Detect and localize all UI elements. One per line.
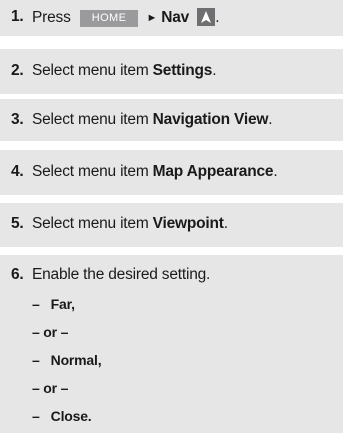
or-separator: – or – <box>32 380 69 396</box>
nav-arrow-icon <box>197 8 216 26</box>
option-dash: – <box>32 352 40 368</box>
option-dash: – <box>32 408 40 424</box>
step-prefix: Select menu item <box>32 215 153 232</box>
step-3: 3. Select menu item Navigation View. <box>0 99 343 141</box>
option-label: Far, <box>50 296 75 312</box>
step-number: 4. <box>11 163 24 180</box>
step-period: . <box>273 163 278 180</box>
step-period: . <box>212 62 217 79</box>
arrow-right-icon: ► <box>146 12 158 24</box>
step-text: Press HOME ► Nav . <box>32 8 220 27</box>
home-key: HOME <box>79 10 139 27</box>
step-prefix: Select menu item <box>32 163 153 180</box>
step-number: 3. <box>11 111 24 128</box>
step-text: Select menu item Navigation View. <box>32 111 273 129</box>
step-1: 1. Press HOME ► Nav . <box>0 0 343 36</box>
option-label: Close. <box>50 408 92 424</box>
menu-item-viewpoint: Viewpoint <box>152 215 224 232</box>
step-text: Select menu item Settings. <box>32 62 217 80</box>
option-label: Normal, <box>50 352 102 368</box>
menu-item-map-appearance: Map Appearance <box>152 163 274 180</box>
press-label: Press <box>32 9 71 26</box>
step-period: . <box>215 9 220 26</box>
step-period: . <box>223 215 228 232</box>
step-prefix: Select menu item <box>32 111 153 128</box>
step-number: 5. <box>11 215 24 232</box>
option-normal: – Normal, <box>32 352 102 368</box>
step-4: 4. Select menu item Map Appearance. <box>0 150 343 195</box>
menu-item-navigation-view: Navigation View <box>152 111 269 128</box>
step-number: 2. <box>11 62 24 79</box>
option-close: – Close. <box>32 408 92 424</box>
option-dash: – <box>32 296 40 312</box>
step-number: 1. <box>11 8 24 25</box>
step-text: Select menu item Map Appearance. <box>32 163 278 181</box>
step-number: 6. <box>11 266 24 283</box>
step-text: Enable the desired setting. <box>32 266 211 283</box>
step-5: 5. Select menu item Viewpoint. <box>0 203 343 247</box>
step-6: 6. Enable the desired setting. – Far, – … <box>0 255 343 433</box>
or-separator: – or – <box>32 324 69 340</box>
step-prefix: Select menu item <box>32 62 153 79</box>
step-2: 2. Select menu item Settings. <box>0 49 343 94</box>
step-period: . <box>268 111 273 128</box>
nav-label: Nav <box>161 9 190 26</box>
menu-item-settings: Settings <box>152 62 213 79</box>
option-far: – Far, <box>32 296 75 312</box>
step-text: Select menu item Viewpoint. <box>32 215 228 233</box>
